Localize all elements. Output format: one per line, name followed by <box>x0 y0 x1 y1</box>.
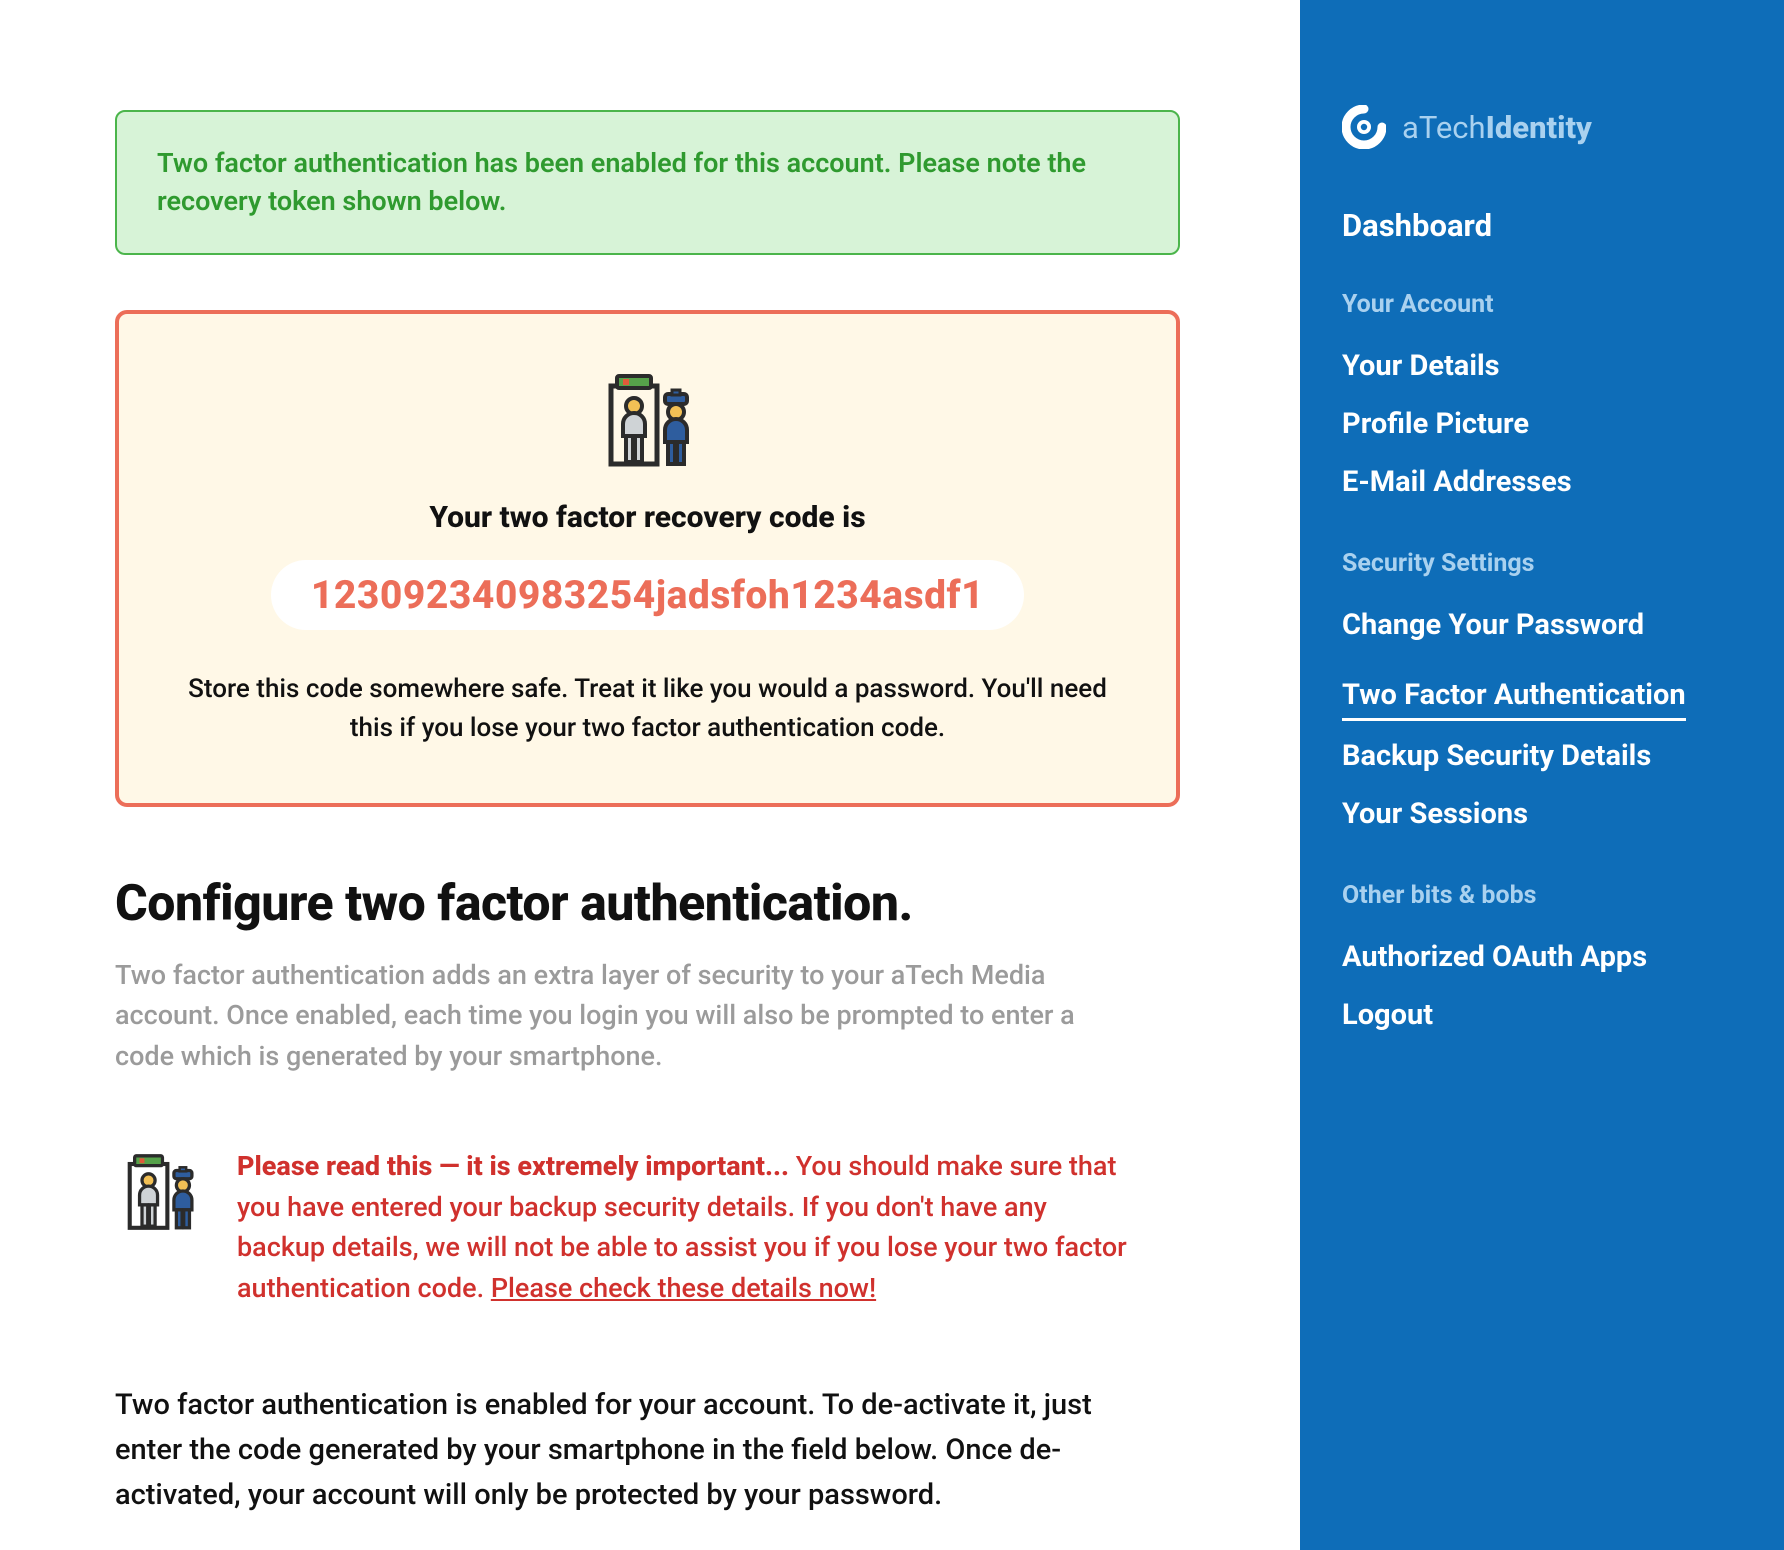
recovery-note: Store this code somewhere safe. Treat it… <box>164 670 1131 748</box>
nav-section-security-label: Security Settings <box>1342 549 1742 578</box>
brand-logo-icon <box>1342 105 1386 149</box>
brand-prefix: aTech <box>1402 109 1486 146</box>
nav-oauth-apps[interactable]: Authorized OAuth Apps <box>1342 928 1742 986</box>
nav-change-password[interactable]: Change Your Password <box>1342 596 1742 654</box>
nav-section-security: Change Your Password Two Factor Authenti… <box>1342 596 1742 843</box>
nav-two-factor-auth[interactable]: Two Factor Authentication <box>1342 666 1686 721</box>
deactivate-text: Two factor authentication is enabled for… <box>115 1383 1125 1518</box>
nav-email-addresses[interactable]: E-Mail Addresses <box>1342 453 1742 511</box>
nav-section-account: Your Details Profile Picture E-Mail Addr… <box>1342 337 1742 511</box>
recovery-code: 123092340983254jadsfoh1234asdf1 <box>271 560 1024 630</box>
nav-logout[interactable]: Logout <box>1342 986 1742 1044</box>
nav-backup-security[interactable]: Backup Security Details <box>1342 727 1742 785</box>
page-title: Configure two factor authentication. <box>115 875 1180 933</box>
warning-text: Please read this — it is extremely impor… <box>237 1146 1127 1308</box>
page-intro: Two factor authentication adds an extra … <box>115 955 1125 1077</box>
security-checkpoint-icon <box>115 1146 205 1240</box>
warning-lead: Please read this — it is extremely impor… <box>237 1150 789 1182</box>
nav-profile-picture[interactable]: Profile Picture <box>1342 395 1742 453</box>
nav-section-account-label: Your Account <box>1342 290 1742 319</box>
brand-text: aTechIdentity <box>1402 109 1592 146</box>
recovery-title: Your two factor recovery code is <box>164 500 1131 535</box>
security-checkpoint-icon <box>593 364 703 478</box>
alert-text: Two factor authentication has been enabl… <box>157 147 1086 217</box>
nav-section-other: Authorized OAuth Apps Logout <box>1342 928 1742 1044</box>
recovery-panel: Your two factor recovery code is 1230923… <box>115 310 1180 807</box>
sidebar-nav: Dashboard Your Account Your Details Prof… <box>1342 207 1742 1044</box>
nav-section-other-label: Other bits & bobs <box>1342 881 1742 910</box>
main-content: Two factor authentication has been enabl… <box>0 0 1300 1550</box>
nav-your-sessions[interactable]: Your Sessions <box>1342 785 1742 843</box>
important-warning: Please read this — it is extremely impor… <box>115 1146 1180 1308</box>
nav-your-details[interactable]: Your Details <box>1342 337 1742 395</box>
brand: aTechIdentity <box>1342 105 1742 149</box>
alert-success: Two factor authentication has been enabl… <box>115 110 1180 255</box>
nav-dashboard[interactable]: Dashboard <box>1342 207 1742 244</box>
check-details-link[interactable]: Please check these details now! <box>491 1272 876 1304</box>
brand-suffix: Identity <box>1486 109 1592 146</box>
sidebar: aTechIdentity Dashboard Your Account You… <box>1300 0 1784 1550</box>
